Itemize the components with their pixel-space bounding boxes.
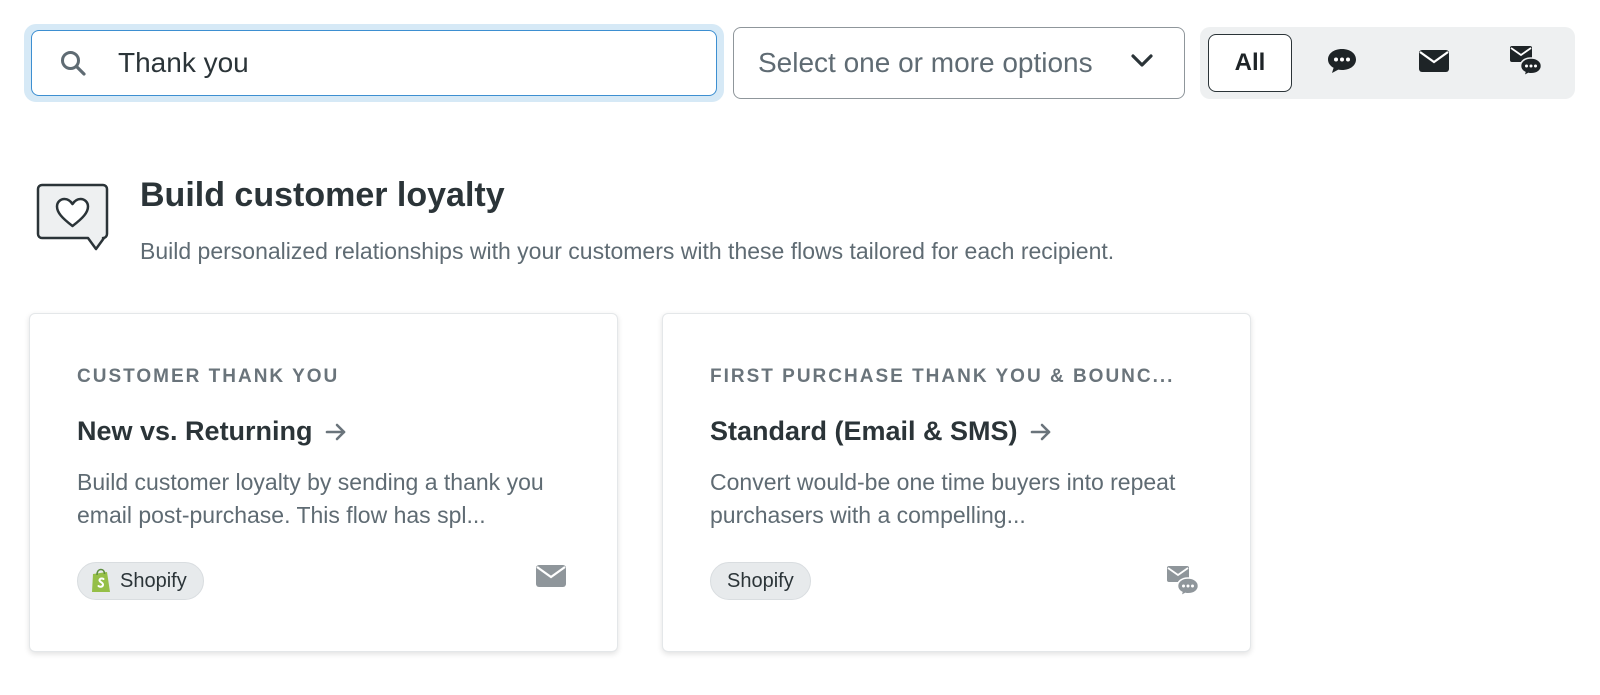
channel-email-button[interactable] xyxy=(1392,34,1476,92)
select-placeholder: Select one or more options xyxy=(758,47,1093,78)
search-input[interactable] xyxy=(118,47,678,79)
section-description: Build personalized relationships with yo… xyxy=(140,238,1115,264)
envelope-chat-icon xyxy=(1509,44,1543,83)
envelope-icon xyxy=(1418,49,1450,78)
arrow-right-icon xyxy=(325,422,347,442)
chevron-down-icon xyxy=(1130,53,1154,74)
envelope-chat-icon xyxy=(1166,564,1200,598)
heart-speech-bubble-icon xyxy=(36,182,110,252)
channel-email-sms-button[interactable] xyxy=(1484,34,1568,92)
chat-bubble-icon xyxy=(1326,47,1358,80)
card-title: Standard (Email & SMS) xyxy=(710,416,1018,446)
search-focus-ring xyxy=(24,24,724,102)
card-title-link[interactable]: New vs. Returning xyxy=(77,416,347,447)
flow-card-customer-thank-you[interactable]: CUSTOMER THANK YOU New vs. Returning Bui… xyxy=(29,313,618,652)
integration-tag: Shopify xyxy=(77,562,204,600)
card-description: Convert would-be one time buyers into re… xyxy=(710,469,1176,528)
card-title: New vs. Returning xyxy=(77,416,313,446)
integration-tag: Shopify xyxy=(710,562,811,600)
card-title-link[interactable]: Standard (Email & SMS) xyxy=(710,416,1052,447)
integration-tag-label: Shopify xyxy=(727,569,794,592)
search-box[interactable] xyxy=(31,30,717,96)
section-title: Build customer loyalty xyxy=(140,176,505,214)
shopify-bag-icon xyxy=(90,568,112,594)
integration-tag-label: Shopify xyxy=(120,569,187,592)
channel-toggle-group: All xyxy=(1200,27,1575,99)
card-eyebrow: CUSTOMER THANK YOU xyxy=(77,366,340,387)
arrow-right-icon xyxy=(1030,422,1052,442)
channel-sms-button[interactable] xyxy=(1300,34,1384,92)
channel-all-label: All xyxy=(1234,49,1266,76)
card-eyebrow: FIRST PURCHASE THANK YOU & BOUNC... xyxy=(710,366,1175,387)
channel-all-button[interactable]: All xyxy=(1208,34,1292,92)
envelope-icon xyxy=(535,564,567,588)
search-icon xyxy=(58,48,88,78)
flow-card-first-purchase[interactable]: FIRST PURCHASE THANK YOU & BOUNC... Stan… xyxy=(662,313,1251,652)
card-description: Build customer loyalty by sending a than… xyxy=(77,469,544,528)
channel-filter-select[interactable]: Select one or more options xyxy=(733,27,1185,99)
